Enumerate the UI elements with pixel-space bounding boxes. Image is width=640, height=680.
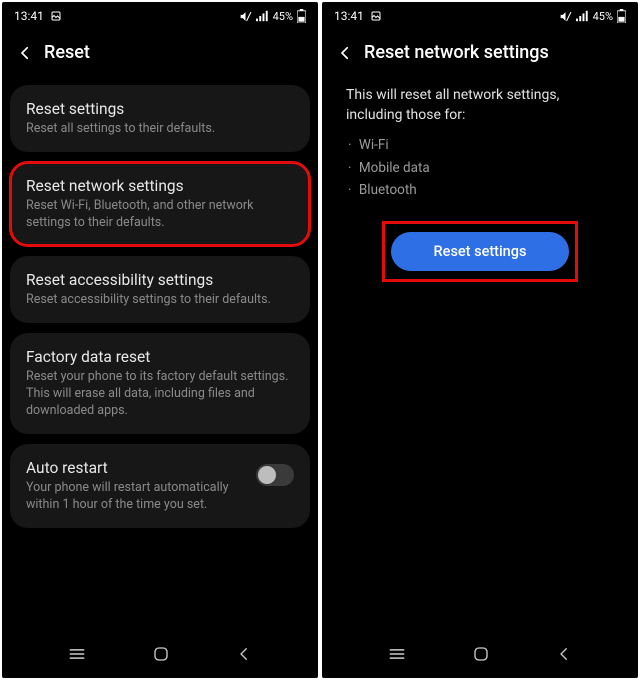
clock: 13:41 (14, 9, 44, 23)
item-sub: Reset all settings to their defaults. (26, 121, 294, 138)
item-title: Reset network settings (26, 176, 294, 196)
battery-text: 45% (593, 10, 613, 23)
screenshot-icon (50, 10, 62, 22)
signal-icon (256, 10, 269, 22)
item-title: Factory data reset (26, 347, 294, 367)
item-sub: Reset accessibility settings to their de… (26, 292, 294, 309)
home-button[interactable] (472, 645, 490, 663)
item-reset-accessibility-settings[interactable]: Reset accessibility settings Reset acces… (10, 256, 310, 323)
clock: 13:41 (334, 9, 364, 23)
home-button[interactable] (152, 645, 170, 663)
bullet-item: Bluetooth (360, 179, 614, 202)
battery-text: 45% (273, 10, 293, 23)
android-nav-bar (2, 636, 318, 678)
bullet-item: Wi-Fi (360, 134, 614, 157)
highlight-box: Reset settings (385, 224, 575, 279)
item-reset-settings[interactable]: Reset settings Reset all settings to the… (10, 85, 310, 152)
item-sub: Reset your phone to its factory default … (26, 369, 294, 420)
reset-settings-button[interactable]: Reset settings (391, 232, 569, 271)
item-auto-restart[interactable]: Auto restart Your phone will restart aut… (10, 444, 310, 528)
mute-icon (559, 10, 572, 23)
back-icon[interactable] (336, 44, 354, 62)
recents-button[interactable] (387, 646, 407, 662)
settings-list: Reset settings Reset all settings to the… (2, 81, 318, 636)
bullet-item: Mobile data (360, 157, 614, 180)
battery-icon (617, 9, 626, 23)
screenshot-icon (370, 10, 382, 22)
android-nav-bar (322, 636, 638, 678)
item-sub: Your phone will restart automatically wi… (26, 480, 244, 514)
item-title: Auto restart (26, 458, 244, 478)
battery-icon (297, 9, 306, 23)
status-bar: 13:41 45% (322, 2, 638, 30)
status-bar: 13:41 45% (2, 2, 318, 30)
item-title: Reset settings (26, 99, 294, 119)
auto-restart-toggle[interactable] (256, 464, 294, 486)
back-icon[interactable] (16, 44, 34, 62)
reset-network-content: This will reset all network settings, in… (322, 81, 638, 636)
page-title: Reset (44, 42, 90, 63)
item-sub: Reset Wi-Fi, Bluetooth, and other networ… (26, 198, 294, 232)
mute-icon (239, 10, 252, 23)
page-title: Reset network settings (364, 42, 549, 63)
page-header: Reset network settings (322, 30, 638, 81)
item-factory-data-reset[interactable]: Factory data reset Reset your phone to i… (10, 333, 310, 434)
item-title: Reset accessibility settings (26, 270, 294, 290)
reset-bullet-list: Wi-Fi Mobile data Bluetooth (326, 132, 634, 223)
recents-button[interactable] (67, 646, 87, 662)
phone-screen-right: 13:41 45% Reset network settings This wi… (322, 2, 638, 678)
signal-icon (576, 10, 589, 22)
back-button[interactable] (555, 645, 573, 663)
item-reset-network-settings[interactable]: Reset network settings Reset Wi-Fi, Blue… (10, 162, 310, 246)
phone-screen-left: 13:41 45% Reset Reset settings Rese (2, 2, 318, 678)
back-button[interactable] (235, 645, 253, 663)
page-header: Reset (2, 30, 318, 81)
description-text: This will reset all network settings, in… (326, 81, 634, 132)
